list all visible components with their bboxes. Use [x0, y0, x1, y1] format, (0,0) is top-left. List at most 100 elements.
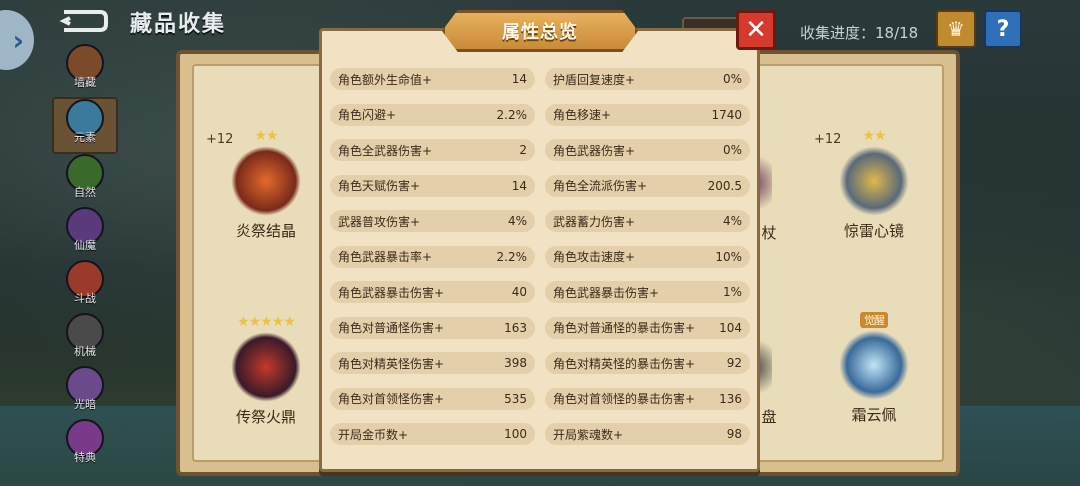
back-arrow-icon [59, 10, 108, 32]
stat-label: 武器普攻伤害+ [338, 214, 421, 229]
stat-value: 2.2% [496, 107, 528, 122]
stats-list: 角色额外生命值+ 14 护盾回复速度+ 0% 角色闪避+ 2.2% 角色移速+ 1740 角色全… [330, 68, 750, 459]
stat-label: 护盾回复速度+ [553, 72, 636, 87]
close-button[interactable]: ✕ [736, 10, 776, 50]
stats-row: 角色对首领怪伤害+ 535 角色对首领怪的暴击伤害+ 136 [330, 387, 750, 424]
stat-value: 2 [519, 143, 527, 157]
stats-row: 角色额外生命值+ 14 护盾回复速度+ 0% [330, 68, 750, 104]
collection-item[interactable]: 觉醒 霜云佩 [814, 312, 934, 425]
stats-row: 开局金币数+ 100 开局紫魂数+ 98 [330, 423, 750, 459]
stat-entry: 角色天赋伤害+ 14 [330, 174, 535, 197]
stat-label: 角色武器暴击率+ [338, 250, 433, 264]
item-stars: ★★★★★ [237, 314, 296, 330]
stats-row: 角色对普通怪伤害+ 163 角色对普通怪的暴击伤害+ 104 [330, 316, 750, 353]
modal-title: 属性总览 [442, 10, 638, 52]
collection-item[interactable]: ★★★★★ 传祭火鼎 [206, 314, 326, 427]
fire-crystal-icon [231, 146, 301, 216]
stat-value: 136 [719, 391, 742, 406]
help-button[interactable]: ? [984, 10, 1022, 48]
chevron-right-icon: › [12, 23, 24, 57]
stat-value: 14 [511, 72, 527, 86]
stat-entry: 角色对精英怪伤害+ 398 [330, 352, 535, 374]
page-title: 藏品收集 [130, 12, 227, 37]
stat-entry: 角色武器暴击率+ 2.2% [330, 245, 535, 268]
stat-label: 角色移速+ [553, 108, 612, 122]
stat-entry: 角色对普通怪伤害+ 163 [330, 316, 535, 339]
stat-label: 角色对普通怪伤害+ [338, 321, 445, 335]
stat-value: 40 [511, 285, 527, 299]
stat-entry: 角色对首领怪伤害+ 535 [330, 387, 535, 410]
stat-label: 角色武器伤害+ [553, 143, 636, 158]
category-item[interactable]: 墙藏 [52, 44, 118, 97]
stat-value: 1% [722, 285, 742, 299]
stat-value: 398 [504, 356, 527, 370]
stat-value: 14 [511, 178, 527, 193]
category-label: 墙藏 [74, 76, 96, 89]
frost-pendant-icon [839, 330, 909, 400]
stat-label: 角色对普通怪的暴击伤害+ [553, 321, 696, 335]
fire-cauldron-icon [231, 332, 301, 402]
stat-label: 角色对首领怪伤害+ [338, 392, 445, 406]
help-icon: ? [996, 16, 1010, 42]
category-label: 元素 [74, 131, 96, 144]
item-level: +12 [814, 132, 842, 147]
stat-label: 角色天赋伤害+ [338, 179, 421, 193]
stat-entry: 角色全流派伤害+ 200.5 [545, 174, 750, 197]
stat-entry: 角色武器暴击伤害+ 1% [545, 281, 750, 303]
close-icon: ✕ [745, 15, 767, 45]
stat-entry: 角色对精英怪的暴击伤害+ 92 [545, 352, 750, 374]
stat-label: 角色闪避+ [338, 108, 397, 122]
stats-row: 角色全武器伤害+ 2 角色武器伤害+ 0% [330, 139, 750, 175]
stats-row: 武器普攻伤害+ 4% 武器蓄力伤害+ 4% [330, 210, 750, 246]
collection-item[interactable]: +12 ★★ 惊雷心镜 [814, 128, 934, 241]
stat-label: 开局紫魂数+ [553, 427, 624, 442]
category-label: 仙魔 [74, 239, 96, 252]
stat-entry: 角色闪避+ 2.2% [330, 103, 535, 126]
category-item[interactable]: 自然 [52, 154, 118, 207]
stat-entry: 角色对普通怪的暴击伤害+ 104 [545, 316, 750, 339]
item-awaken-badge: 觉醒 [814, 312, 934, 328]
stat-entry: 角色移速+ 1740 [545, 103, 750, 126]
back-button[interactable] [56, 8, 110, 34]
category-item[interactable]: 机械 [52, 313, 118, 366]
crown-icon: ♛ [947, 17, 965, 41]
collection-item[interactable]: +12 ★★ 炎祭结晶 [206, 128, 326, 241]
category-item[interactable]: 光暗 [52, 366, 118, 419]
category-list: 墙藏 元素 自然 仙魔 斗战 机械 光暗 特典 [52, 44, 118, 472]
item-name: 惊雷心镜 [843, 222, 904, 240]
stat-entry: 角色攻击速度+ 10% [545, 245, 750, 268]
stat-value: 4% [507, 214, 527, 228]
stat-label: 角色武器暴击伤害+ [338, 285, 445, 300]
stat-value: 98 [726, 427, 742, 441]
category-item[interactable]: 斗战 [52, 260, 118, 313]
category-label: 机械 [74, 345, 96, 358]
stat-label: 角色武器暴击伤害+ [553, 285, 660, 300]
stat-label: 角色对首领怪的暴击伤害+ [553, 392, 696, 406]
stat-value: 2.2% [496, 249, 528, 264]
stat-value: 0% [722, 143, 742, 157]
stat-entry: 角色武器暴击伤害+ 40 [330, 281, 535, 303]
stat-entry: 角色额外生命值+ 14 [330, 68, 535, 90]
stat-value: 10% [715, 249, 742, 264]
stat-value: 92 [726, 356, 742, 370]
stat-entry: 角色对首领怪的暴击伤害+ 136 [545, 387, 750, 410]
stats-row: 角色武器暴击伤害+ 40 角色武器暴击伤害+ 1% [330, 281, 750, 317]
stat-value: 535 [504, 391, 527, 406]
stat-label: 角色全流派伤害+ [553, 179, 648, 193]
stat-label: 角色全武器伤害+ [338, 143, 433, 158]
stat-value: 100 [504, 427, 527, 441]
category-item[interactable]: 仙魔 [52, 207, 118, 260]
category-item-selected[interactable]: 元素 [52, 97, 118, 154]
stat-entry: 武器蓄力伤害+ 4% [545, 210, 750, 232]
stat-label: 角色额外生命值+ [338, 72, 433, 87]
stat-label: 角色攻击速度+ [553, 250, 636, 264]
category-label: 光暗 [74, 398, 96, 411]
stat-entry: 护盾回复速度+ 0% [545, 68, 750, 90]
stat-label: 开局金币数+ [338, 427, 409, 442]
stat-entry: 角色武器伤害+ 0% [545, 139, 750, 161]
stat-label: 武器蓄力伤害+ [553, 214, 636, 229]
item-name: 霜云佩 [851, 406, 897, 424]
crown-button[interactable]: ♛ [936, 10, 976, 48]
item-name: 炎祭结晶 [235, 222, 296, 240]
category-item[interactable]: 特典 [52, 419, 118, 472]
